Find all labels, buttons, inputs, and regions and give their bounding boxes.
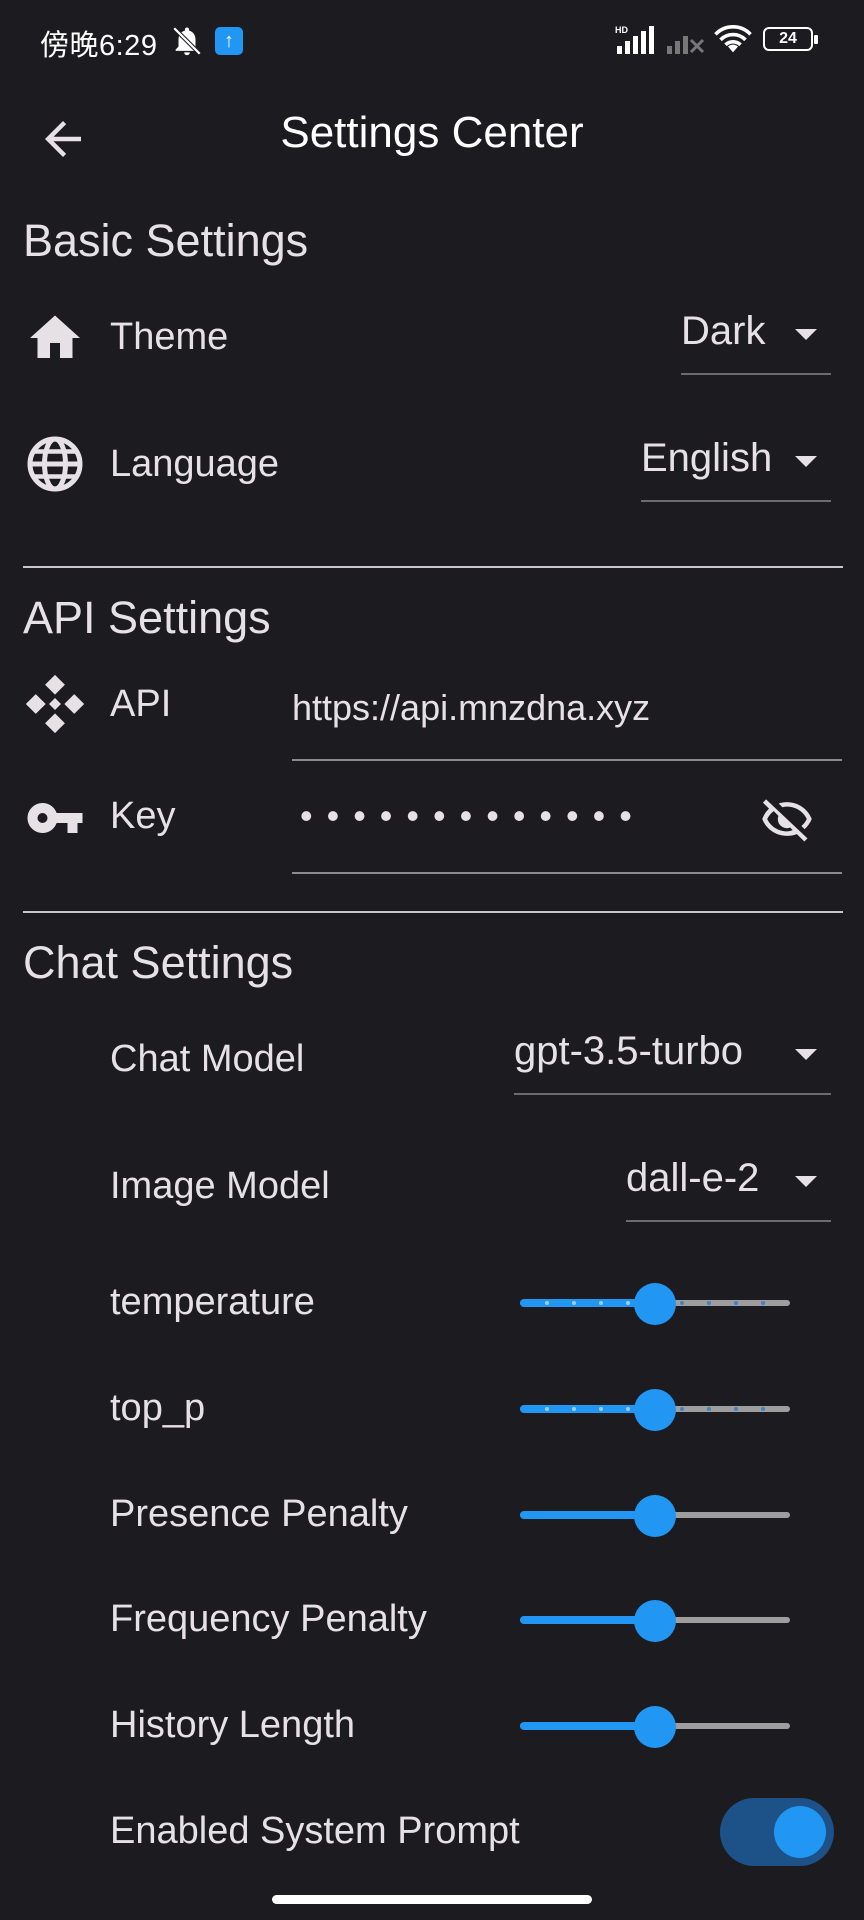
signal-weak-icon <box>667 36 705 54</box>
slider-tick <box>734 1301 738 1305</box>
theme-dropdown[interactable]: Dark <box>681 305 831 375</box>
chevron-down-icon <box>795 1049 817 1060</box>
slider-tick <box>572 1301 576 1305</box>
battery-icon: 24 <box>763 27 818 51</box>
theme-label: Theme <box>110 316 229 358</box>
home-icon <box>30 315 80 358</box>
system-prompt-toggle[interactable] <box>720 1798 834 1866</box>
frequency-penalty-slider[interactable] <box>520 1600 790 1642</box>
api-label: API <box>110 683 172 725</box>
api-url-input[interactable]: https://api.mnzdna.xyz <box>292 687 650 729</box>
slider-tick <box>761 1407 765 1411</box>
language-value: English <box>641 436 773 480</box>
top-p-slider[interactable] <box>520 1389 790 1431</box>
image-model-label: Image Model <box>110 1165 330 1207</box>
signal-icon: HD <box>615 25 654 54</box>
api-key-underline <box>292 872 842 874</box>
slider-thumb[interactable] <box>634 1600 676 1642</box>
language-label: Language <box>110 443 280 485</box>
presence-penalty-label: Presence Penalty <box>110 1493 408 1535</box>
slider-tick <box>626 1407 630 1411</box>
chat-model-label: Chat Model <box>110 1038 305 1080</box>
slider-tick <box>680 1301 684 1305</box>
slider-tick <box>626 1301 630 1305</box>
image-model-value: dall-e-2 <box>626 1156 760 1200</box>
svg-text:HD: HD <box>615 25 628 35</box>
diamond-grid-icon <box>25 674 85 734</box>
chat-model-value: gpt-3.5-turbo <box>514 1029 744 1073</box>
slider-tick <box>545 1407 549 1411</box>
notification-muted-icon <box>172 26 202 56</box>
slider-thumb[interactable] <box>634 1283 676 1325</box>
top-p-label: top_p <box>110 1387 206 1429</box>
home-indicator[interactable] <box>272 1895 592 1904</box>
slider-tick <box>572 1407 576 1411</box>
chat-model-dropdown[interactable]: gpt-3.5-turbo <box>514 1025 831 1095</box>
wifi-icon <box>714 25 752 53</box>
theme-value: Dark <box>681 309 766 353</box>
slider-thumb[interactable] <box>634 1389 676 1431</box>
visibility-off-icon[interactable] <box>760 792 814 846</box>
toggle-knob <box>774 1806 826 1858</box>
upload-badge-icon: ↑ <box>215 27 243 55</box>
chevron-down-icon <box>795 329 817 340</box>
language-dropdown[interactable]: English <box>641 432 831 502</box>
section-title-basic: Basic Settings <box>23 215 309 266</box>
slider-tick <box>761 1301 765 1305</box>
status-bar: 傍晚6:29 ↑ HD 24 <box>0 0 864 80</box>
presence-penalty-slider[interactable] <box>520 1495 790 1537</box>
image-model-dropdown[interactable]: dall-e-2 <box>626 1152 831 1222</box>
section-title-api: API Settings <box>23 592 271 643</box>
divider <box>23 566 843 568</box>
history-length-slider[interactable] <box>520 1706 790 1748</box>
system-prompt-label: Enabled System Prompt <box>110 1810 520 1852</box>
divider <box>23 911 843 913</box>
api-key-input[interactable]: ••••••••••••• <box>300 795 646 837</box>
history-length-label: History Length <box>110 1704 356 1746</box>
page-title: Settings Center <box>280 108 584 157</box>
slider-tick <box>680 1407 684 1411</box>
slider-tick <box>734 1407 738 1411</box>
key-icon <box>27 803 83 833</box>
globe-icon <box>27 436 83 492</box>
temperature-slider[interactable] <box>520 1283 790 1325</box>
api-url-underline <box>292 759 842 761</box>
key-label: Key <box>110 795 176 837</box>
battery-level: 24 <box>779 30 797 47</box>
slider-tick <box>545 1301 549 1305</box>
slider-tick <box>707 1301 711 1305</box>
section-title-chat: Chat Settings <box>23 937 294 988</box>
slider-tick <box>599 1407 603 1411</box>
chevron-down-icon <box>795 1176 817 1187</box>
slider-thumb[interactable] <box>634 1495 676 1537</box>
status-time: 傍晚6:29 <box>40 30 158 62</box>
chevron-down-icon <box>795 456 817 467</box>
slider-tick <box>599 1301 603 1305</box>
slider-tick <box>707 1407 711 1411</box>
frequency-penalty-label: Frequency Penalty <box>110 1598 427 1640</box>
slider-thumb[interactable] <box>634 1706 676 1748</box>
temperature-label: temperature <box>110 1281 315 1323</box>
